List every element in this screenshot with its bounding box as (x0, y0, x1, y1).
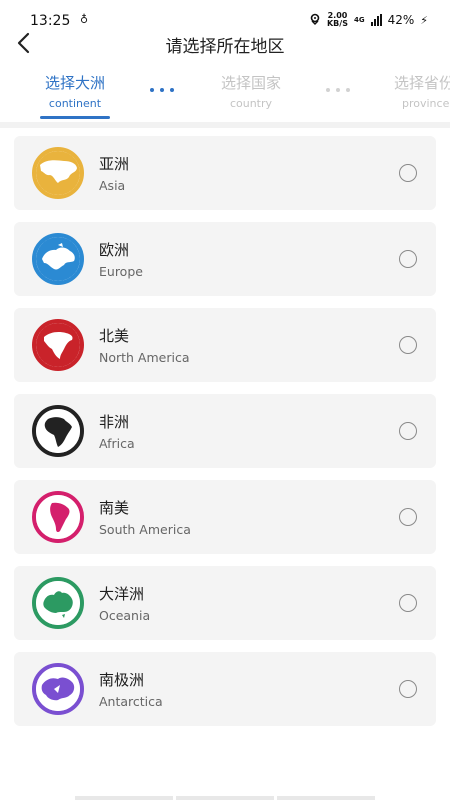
continent-name-zh: 南极洲 (99, 671, 145, 689)
continent-name-en: South America (99, 522, 191, 537)
continent-name-en: Oceania (99, 608, 151, 623)
list-item-europe[interactable]: 欧洲 Europe (14, 222, 436, 296)
signal-icon (370, 14, 382, 26)
status-notification-icon: ♁ (80, 13, 89, 26)
list-item-asia[interactable]: 亚洲 Asia (14, 136, 436, 210)
radio-button[interactable] (399, 594, 417, 612)
continent-name-en: Antarctica (99, 694, 163, 709)
continent-name-zh: 非洲 (99, 413, 130, 431)
page-title: 请选择所在地区 (165, 37, 285, 57)
north-america-map-icon (32, 319, 84, 371)
continent-name-zh: 南美 (99, 499, 130, 517)
continent-name-zh: 北美 (99, 327, 130, 345)
list-item-south-america[interactable]: 南美 South America (14, 480, 436, 554)
antarctica-map-icon (32, 663, 84, 715)
step-tabs: 选择大洲 continent 选择国家 country 选择省份 provinc… (0, 72, 450, 122)
europe-map-icon (32, 233, 84, 285)
continent-name-zh: 欧洲 (99, 241, 130, 259)
continent-list: 亚洲 Asia 欧洲 Europe 北美 North America 非洲 Af… (14, 136, 436, 738)
header: 请选择所在地区 (0, 26, 450, 62)
bottom-scroll-indicator (75, 796, 375, 800)
continent-name-en: North America (99, 350, 190, 365)
step-separator-dots (326, 88, 350, 92)
charging-icon: ⚡ (420, 13, 428, 27)
active-tab-indicator (40, 116, 110, 119)
continent-name-en: Asia (99, 178, 126, 193)
radio-button[interactable] (399, 422, 417, 440)
africa-map-icon (32, 405, 84, 457)
south-america-map-icon (32, 491, 84, 543)
radio-button[interactable] (399, 164, 417, 182)
continent-name-en: Europe (99, 264, 143, 279)
step-separator-dots (150, 88, 174, 92)
divider (0, 122, 450, 128)
battery-level: 42% (387, 13, 415, 27)
asia-map-icon (32, 147, 84, 199)
radio-button[interactable] (399, 336, 417, 354)
network-type: 4G (353, 16, 365, 24)
radio-button[interactable] (399, 250, 417, 268)
list-item-north-america[interactable]: 北美 North America (14, 308, 436, 382)
list-item-oceania[interactable]: 大洋洲 Oceania (14, 566, 436, 640)
tab-province[interactable]: 选择省份 province (394, 72, 450, 110)
list-item-africa[interactable]: 非洲 Africa (14, 394, 436, 468)
continent-name-en: Africa (99, 436, 135, 451)
radio-button[interactable] (399, 680, 417, 698)
radio-button[interactable] (399, 508, 417, 526)
list-item-antarctica[interactable]: 南极洲 Antarctica (14, 652, 436, 726)
oceania-map-icon (32, 577, 84, 629)
continent-name-zh: 亚洲 (99, 155, 130, 173)
tab-country[interactable]: 选择国家 country (216, 72, 286, 110)
continent-name-zh: 大洋洲 (99, 585, 145, 603)
tab-continent[interactable]: 选择大洲 continent (40, 72, 110, 110)
